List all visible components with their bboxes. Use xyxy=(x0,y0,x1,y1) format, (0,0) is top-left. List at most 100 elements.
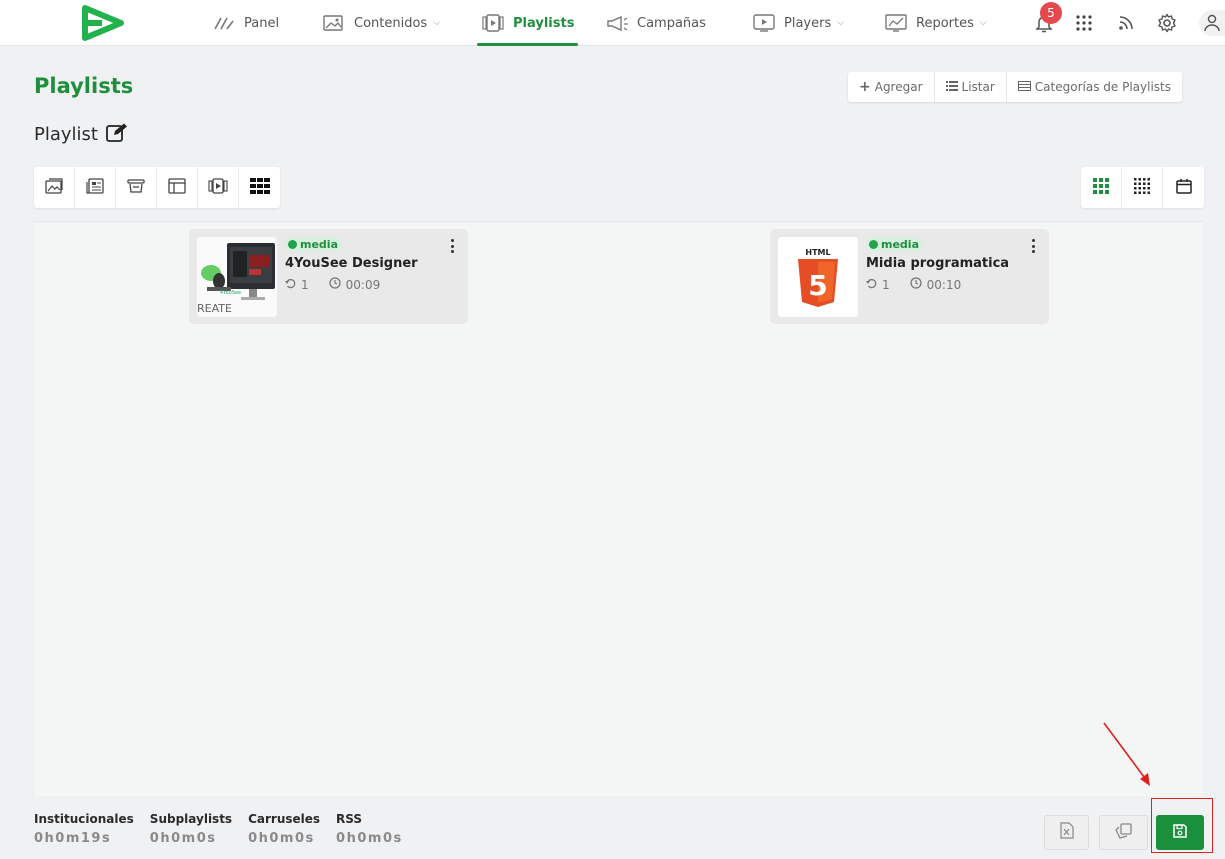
status-dot xyxy=(288,240,297,249)
carousel-filter-button[interactable] xyxy=(116,167,157,208)
playlist-canvas: 4YouSee REATE media 4YouSee Designer 1 0… xyxy=(34,221,1203,796)
stat-value: 0h0m0s xyxy=(336,831,403,846)
small-grid-view-button[interactable] xyxy=(1122,167,1163,208)
nav-contenidos[interactable]: Contenidos ⌵ xyxy=(322,0,440,46)
item-thumbnail: 4YouSee REATE xyxy=(197,237,277,317)
news-filter-button[interactable] xyxy=(75,167,116,208)
page-title: Playlists xyxy=(34,74,134,98)
grid-4x4-icon xyxy=(1134,177,1150,198)
html5-logo: HTML 5 xyxy=(778,237,858,317)
duplicate-button[interactable] xyxy=(1099,815,1148,850)
categories-icon xyxy=(1017,80,1031,94)
html5-logo-number: 5 xyxy=(808,269,827,302)
apps-grid-icon[interactable] xyxy=(1071,10,1097,36)
rss-icon[interactable] xyxy=(1113,10,1139,36)
list-button[interactable]: Listar xyxy=(935,72,1007,102)
clock-icon xyxy=(328,277,341,292)
playlist-icon xyxy=(208,177,228,198)
nav-contenidos-label: Contenidos xyxy=(354,15,428,31)
page-actions: + Agregar Listar Categorías de Playlists xyxy=(848,72,1182,102)
excel-file-icon xyxy=(1059,822,1074,843)
stat-value: 0h0m0s xyxy=(248,831,315,846)
grid-icon xyxy=(249,177,270,198)
item-loops: 1 xyxy=(882,277,890,292)
thumb-caption: REATE xyxy=(197,302,232,315)
media-tag: media xyxy=(285,237,342,252)
play-logo[interactable] xyxy=(80,3,128,43)
designer-thumbnail-image: 4YouSee REATE xyxy=(197,237,277,317)
item-loops: 1 xyxy=(301,277,309,292)
content-type-toolbar xyxy=(34,167,280,208)
player-icon xyxy=(752,13,776,33)
user-icon[interactable] xyxy=(1199,10,1225,36)
chevron-down-icon: ⌵ xyxy=(979,18,987,28)
media-tag-label: media xyxy=(300,238,338,251)
playlist-icon xyxy=(481,13,505,33)
chevron-down-icon: ⌵ xyxy=(433,18,441,28)
item-name: Midia programatica xyxy=(866,256,1010,271)
item-duration: 00:09 xyxy=(345,277,381,292)
html5-logo-label: HTML xyxy=(805,248,830,257)
stat-rss: RSS 0h0m0s xyxy=(336,812,403,846)
nav-reportes[interactable]: Reportes ⌵ xyxy=(884,0,987,46)
large-grid-view-button[interactable] xyxy=(1081,167,1122,208)
playlist-name-text: Playlist xyxy=(34,124,98,145)
stat-subplaylists: Subplaylists 0h0m0s xyxy=(150,812,232,846)
item-menu-icon[interactable] xyxy=(1027,239,1039,253)
gear-icon[interactable] xyxy=(1154,10,1180,36)
grid-3x3-icon xyxy=(1093,177,1109,198)
stat-label: Subplaylists xyxy=(149,812,233,826)
images-filter-button[interactable] xyxy=(34,167,75,208)
media-tag: media xyxy=(866,237,923,252)
chevron-down-icon: ⌵ xyxy=(837,18,845,28)
playlist-item[interactable]: HTML 5 media Midia programatica 1 00:10 xyxy=(770,229,1049,324)
loop-icon xyxy=(285,278,296,292)
playlist-name: Playlist xyxy=(34,122,128,147)
add-button[interactable]: + Agregar xyxy=(848,72,935,102)
gauge-icon xyxy=(212,13,236,33)
item-meta: 1 00:10 xyxy=(866,277,961,292)
chart-icon xyxy=(884,13,908,33)
edit-icon[interactable] xyxy=(106,122,128,147)
item-meta: 1 00:09 xyxy=(285,277,380,292)
notification-badge[interactable]: 5 xyxy=(1040,2,1062,24)
plus-icon: + xyxy=(859,79,871,95)
nav-players-label: Players xyxy=(784,15,832,31)
nav-players[interactable]: Players ⌵ xyxy=(752,0,844,46)
stat-carruseles: Carruseles 0h0m0s xyxy=(248,812,320,846)
nav-playlists[interactable]: Playlists xyxy=(477,0,579,46)
grid-layout-button[interactable] xyxy=(239,167,280,208)
nav-campanas-label: Campañas xyxy=(637,15,706,31)
categories-button[interactable]: Categorías de Playlists xyxy=(1007,72,1182,102)
item-thumbnail: HTML 5 xyxy=(778,237,858,317)
images-icon xyxy=(45,177,63,198)
export-excel-button[interactable] xyxy=(1044,815,1089,850)
stat-label: Carruseles xyxy=(248,812,321,826)
list-icon xyxy=(945,80,958,94)
subplaylist-filter-button[interactable] xyxy=(198,167,239,208)
list-button-label: Listar xyxy=(961,80,995,94)
nav-campanas[interactable]: Campañas xyxy=(605,0,706,46)
add-button-label: Agregar xyxy=(874,80,923,94)
categories-button-label: Categorías de Playlists xyxy=(1034,80,1171,94)
layout-icon xyxy=(168,177,186,198)
calendar-icon xyxy=(1175,178,1192,198)
images-icon xyxy=(322,13,346,33)
save-highlight-box xyxy=(1151,798,1213,853)
playlist-item[interactable]: 4YouSee REATE media 4YouSee Designer 1 0… xyxy=(189,229,468,324)
basket-icon xyxy=(127,178,145,198)
calendar-view-button[interactable] xyxy=(1163,167,1204,208)
item-menu-icon[interactable] xyxy=(446,239,458,253)
nav-playlists-label: Playlists xyxy=(513,15,575,31)
duration-stats: Institucionales 0h0m19s Subplaylists 0h0… xyxy=(34,812,403,846)
item-name: 4YouSee Designer xyxy=(285,256,418,271)
thumb-brand: 4YouSee xyxy=(220,290,241,296)
view-mode-toolbar xyxy=(1081,167,1204,208)
nav-panel-label: Panel xyxy=(244,15,280,31)
layout-filter-button[interactable] xyxy=(157,167,198,208)
clock-icon xyxy=(909,277,922,292)
nav-panel[interactable]: Panel xyxy=(212,0,279,46)
status-dot xyxy=(869,240,878,249)
nav-reportes-label: Reportes xyxy=(916,15,974,31)
top-navbar: Panel Contenidos ⌵ Playlists Campañas Pl… xyxy=(0,0,1225,46)
